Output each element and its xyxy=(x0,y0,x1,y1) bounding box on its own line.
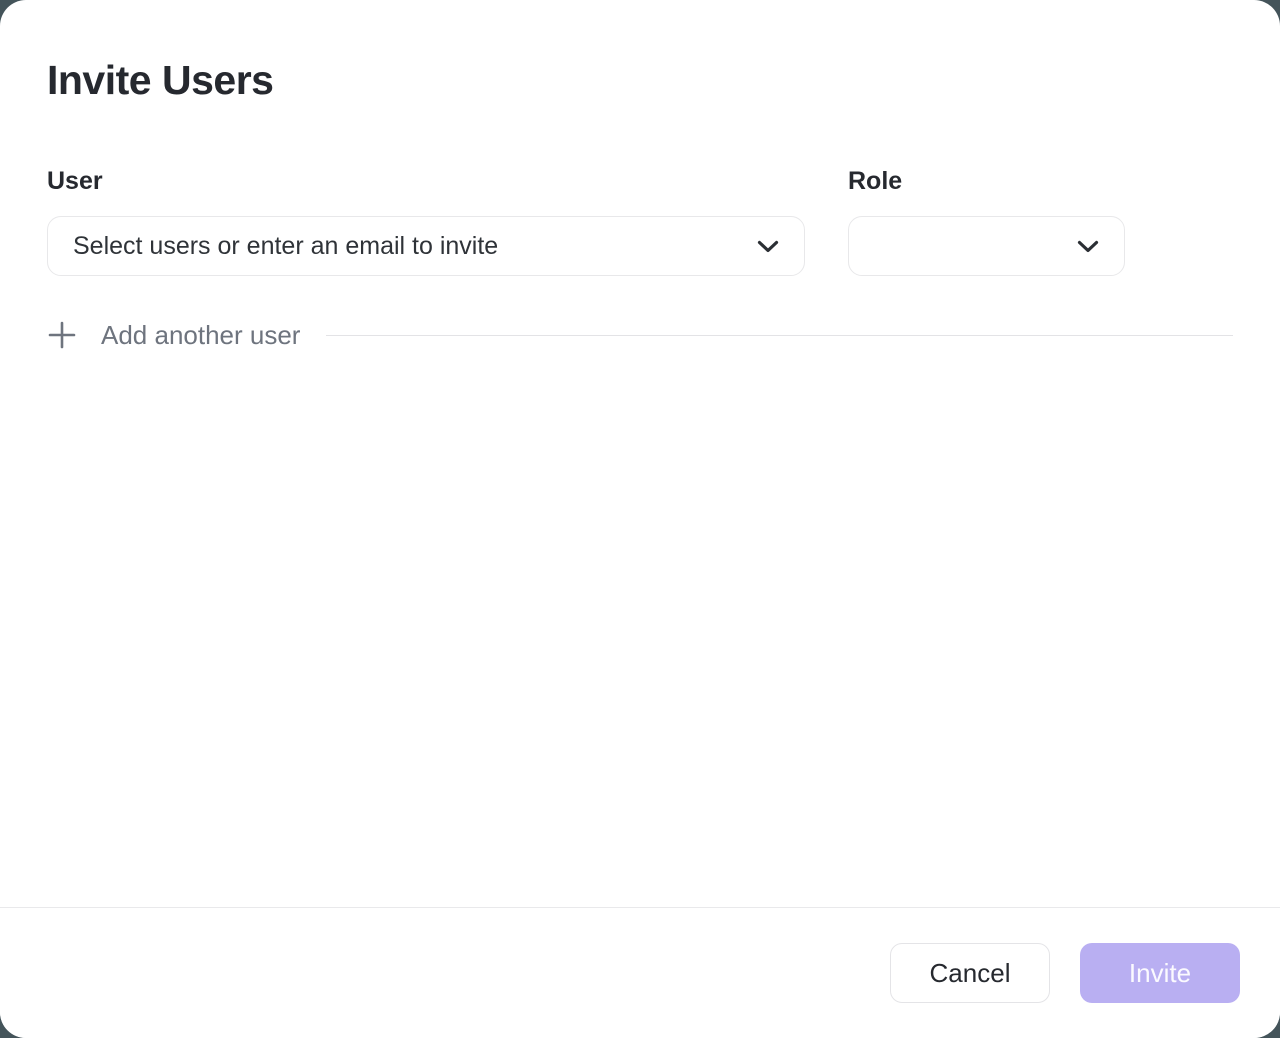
role-field: Role xyxy=(848,165,1125,276)
chevron-down-icon xyxy=(757,240,779,253)
divider xyxy=(326,335,1233,336)
user-field: User Select users or enter an email to i… xyxy=(47,165,805,276)
chevron-down-icon xyxy=(1077,240,1099,253)
modal-footer: Cancel Invite xyxy=(0,907,1280,1038)
cancel-button[interactable]: Cancel xyxy=(890,943,1050,1003)
add-another-user-row: Add another user xyxy=(47,318,1233,352)
role-select[interactable] xyxy=(848,216,1125,276)
page-backdrop: Invite Users User Select users or enter … xyxy=(0,0,1280,1038)
add-another-user-button[interactable]: Add another user xyxy=(47,318,300,352)
user-field-label: User xyxy=(47,165,805,197)
role-field-label: Role xyxy=(848,165,1125,197)
user-select[interactable]: Select users or enter an email to invite xyxy=(47,216,805,276)
plus-icon xyxy=(47,320,77,350)
user-select-placeholder: Select users or enter an email to invite xyxy=(73,232,745,261)
invite-users-modal: Invite Users User Select users or enter … xyxy=(0,0,1280,1038)
modal-title: Invite Users xyxy=(47,0,1233,105)
add-another-user-label: Add another user xyxy=(101,318,300,352)
invite-button[interactable]: Invite xyxy=(1080,943,1240,1003)
fields-row: User Select users or enter an email to i… xyxy=(47,165,1233,276)
modal-body: Invite Users User Select users or enter … xyxy=(0,0,1280,352)
